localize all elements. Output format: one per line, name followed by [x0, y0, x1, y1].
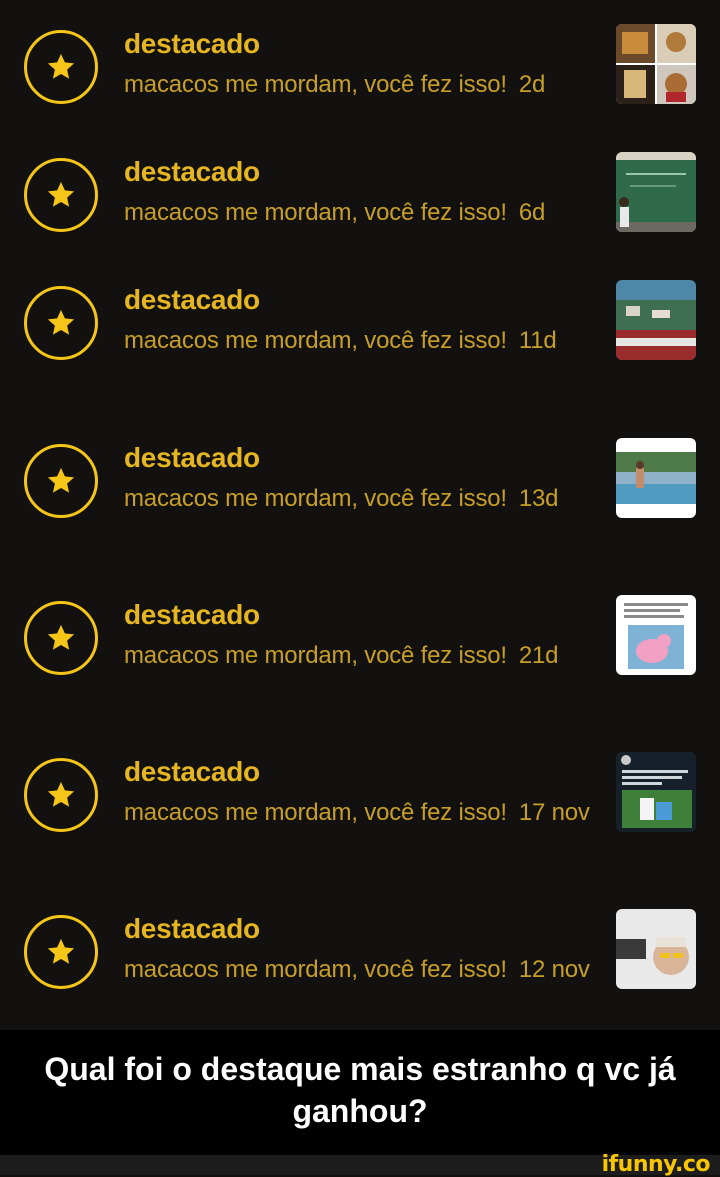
watermark-bar: ifunny.co [0, 1152, 720, 1177]
aerial-city-image [616, 280, 696, 360]
notification-age: 6d [518, 199, 546, 226]
notification-item[interactable]: destacado macacos me mordam, você fez is… [0, 436, 720, 586]
post-thumbnail[interactable] [616, 595, 696, 675]
notification-item[interactable]: destacado macacos me mordam, você fez is… [0, 593, 720, 743]
notification-message-row: macacos me mordam, você fez isso! 12 nov [124, 955, 604, 985]
selfie-image [616, 909, 696, 989]
notification-item[interactable]: destacado macacos me mordam, você fez is… [0, 750, 720, 900]
notification-message-row: macacos me mordam, você fez isso! 21d [124, 641, 604, 671]
star-icon [47, 181, 75, 207]
ifunny-watermark: ifunny.co [601, 1152, 711, 1177]
post-thumbnail[interactable] [616, 438, 696, 518]
notification-item[interactable]: destacado macacos me mordam, você fez is… [0, 278, 720, 428]
tweet-cartoon-image [616, 752, 696, 832]
caption-banner: Qual foi o destaque mais estranho q vc j… [0, 1030, 720, 1155]
notification-message: macacos me mordam, você fez isso! [124, 642, 507, 669]
tweet-screenshot-image [616, 595, 696, 675]
post-thumbnail[interactable] [616, 280, 696, 360]
star-icon [47, 938, 75, 964]
star-icon [47, 309, 75, 335]
notification-message: macacos me mordam, você fez isso! [124, 485, 507, 512]
notification-age: 13d [518, 485, 559, 512]
notification-title: destacado [124, 913, 260, 944]
featured-badge [24, 915, 98, 989]
notification-title: destacado [124, 599, 260, 630]
star-icon [47, 781, 75, 807]
notification-message: macacos me mordam, você fez isso! [124, 71, 507, 98]
notification-title: destacado [124, 756, 260, 787]
notification-title: destacado [124, 156, 260, 187]
post-thumbnail[interactable] [616, 24, 696, 104]
featured-badge [24, 30, 98, 104]
pool-scene-image [616, 438, 696, 518]
caption-text: Qual foi o destaque mais estranho q vc j… [44, 1051, 676, 1129]
star-icon [47, 624, 75, 650]
notification-age: 12 nov [518, 956, 590, 983]
post-thumbnail[interactable] [616, 752, 696, 832]
notification-age: 2d [518, 71, 546, 98]
notification-title: destacado [124, 442, 260, 473]
notification-message-row: macacos me mordam, você fez isso! 2d [124, 70, 604, 100]
notification-message-row: macacos me mordam, você fez isso! 17 nov [124, 798, 604, 828]
featured-badge [24, 286, 98, 360]
notification-message: macacos me mordam, você fez isso! [124, 956, 507, 983]
collage-image [616, 24, 696, 104]
post-thumbnail[interactable] [616, 152, 696, 232]
notification-age: 11d [518, 327, 557, 354]
featured-badge [24, 444, 98, 518]
classroom-image [616, 152, 696, 232]
notification-age: 17 nov [518, 799, 590, 826]
notifications-feed: destacado macacos me mordam, você fez is… [0, 0, 720, 1030]
featured-badge [24, 758, 98, 832]
star-icon [47, 467, 75, 493]
notification-title: destacado [124, 284, 260, 315]
notification-message-row: macacos me mordam, você fez isso! 6d [124, 198, 604, 228]
post-thumbnail[interactable] [616, 909, 696, 989]
star-icon [47, 53, 75, 79]
featured-badge [24, 158, 98, 232]
notification-age: 21d [518, 642, 559, 669]
notification-message: macacos me mordam, você fez isso! [124, 799, 507, 826]
notification-message-row: macacos me mordam, você fez isso! 13d [124, 484, 604, 514]
featured-badge [24, 601, 98, 675]
notification-message: macacos me mordam, você fez isso! [124, 199, 507, 226]
notification-message-row: macacos me mordam, você fez isso! 11d [124, 326, 604, 356]
notification-title: destacado [124, 28, 260, 59]
notification-message: macacos me mordam, você fez isso! [124, 327, 507, 354]
